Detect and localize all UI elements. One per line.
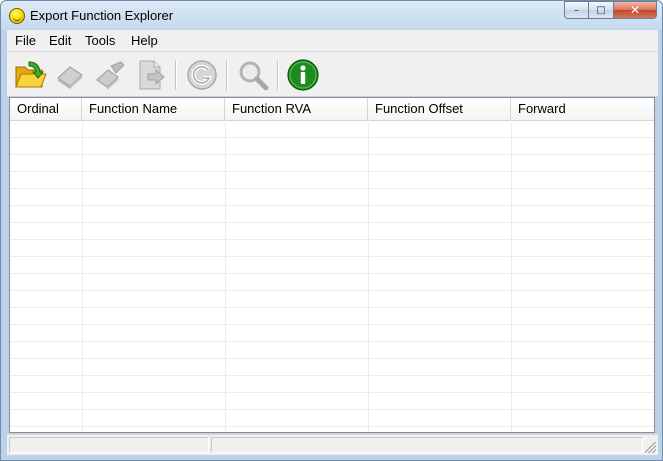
grid-line (10, 137, 654, 138)
column-header-function-name[interactable]: Function Name (82, 98, 225, 120)
google-search-button[interactable] (184, 57, 220, 93)
grid-line (10, 392, 654, 393)
menu-edit[interactable]: Edit (49, 33, 71, 48)
title-bar[interactable]: Export Function Explorer – □ ✕ (1, 1, 662, 30)
menu-file[interactable]: File (15, 33, 36, 48)
caption-buttons: – □ ✕ (564, 1, 657, 20)
export-button[interactable] (132, 57, 168, 93)
grid-line (10, 154, 654, 155)
column-header-ordinal[interactable]: Ordinal (10, 98, 82, 120)
grid-line (10, 171, 654, 172)
clear-button[interactable] (52, 57, 88, 93)
grid-line (10, 324, 654, 325)
smiley-app-icon (9, 8, 25, 24)
info-icon (287, 59, 319, 91)
grid-line (10, 375, 654, 376)
status-bar (7, 434, 658, 455)
about-button[interactable] (285, 57, 321, 93)
open-folder-icon (15, 61, 47, 88)
grid-line (10, 358, 654, 359)
grid-line (10, 341, 654, 342)
menu-help[interactable]: Help (131, 33, 158, 48)
maximize-button[interactable]: □ (589, 1, 614, 19)
main-window: Export Function Explorer – □ ✕ File Edit… (0, 0, 663, 461)
eraser-edit-icon (96, 61, 125, 90)
list-header: Ordinal Function Name Function RVA Funct… (10, 98, 654, 121)
column-header-function-offset[interactable]: Function Offset (368, 98, 511, 120)
grid-line (10, 256, 654, 257)
export-function-list[interactable]: Ordinal Function Name Function RVA Funct… (9, 97, 655, 433)
toolbar-separator (175, 60, 177, 90)
open-button[interactable] (12, 57, 48, 93)
toolbar-separator (277, 60, 279, 90)
grid-column-line (225, 120, 226, 432)
grid-column-line (82, 120, 83, 432)
magnifier-icon (239, 61, 269, 91)
grid-line (10, 239, 654, 240)
grid-line (10, 307, 654, 308)
column-header-function-rva[interactable]: Function RVA (225, 98, 368, 120)
status-panel-left (9, 437, 209, 453)
toolbar-separator (226, 60, 228, 90)
grid-column-line (511, 120, 512, 432)
grid-column-line (368, 120, 369, 432)
google-search-icon (187, 60, 217, 90)
search-button[interactable] (235, 57, 271, 93)
close-button[interactable]: ✕ (614, 1, 657, 19)
menu-bar: File Edit Tools Help (7, 30, 658, 52)
column-header-forward[interactable]: Forward (511, 98, 654, 120)
grid-line (10, 222, 654, 223)
export-document-icon (139, 60, 165, 90)
grid-line (10, 426, 654, 427)
eraser-icon (57, 66, 83, 89)
resize-grip[interactable] (645, 442, 656, 453)
window-title: Export Function Explorer (30, 8, 174, 23)
status-panel-right (211, 437, 643, 453)
grid-line (10, 290, 654, 291)
minimize-button[interactable]: – (564, 1, 589, 19)
grid-line (10, 188, 654, 189)
toolbar (7, 52, 658, 96)
grid-line (10, 205, 654, 206)
menu-tools[interactable]: Tools (85, 33, 115, 48)
grid-line (10, 409, 654, 410)
clear-selected-button[interactable] (92, 57, 128, 93)
grid-line (10, 273, 654, 274)
